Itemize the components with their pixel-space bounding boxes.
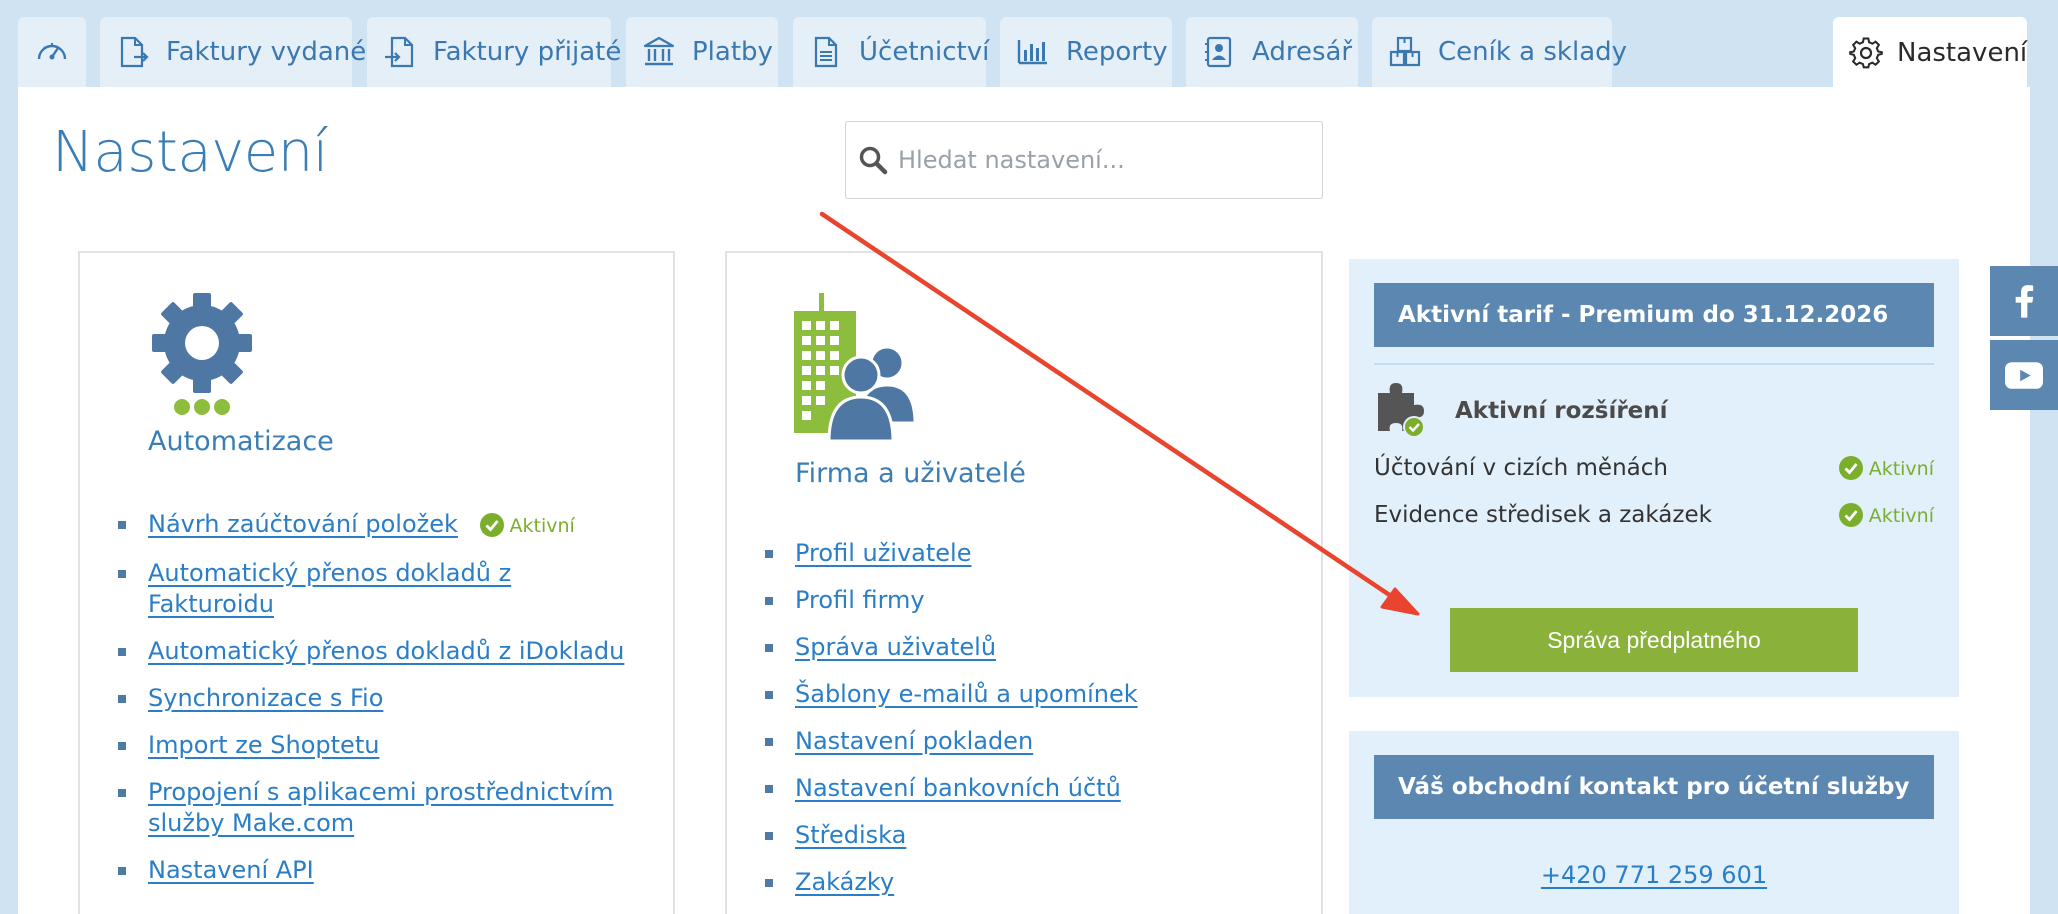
list-item: Synchronizace s Fio: [114, 683, 634, 714]
link-zakazky[interactable]: Zakázky: [795, 868, 894, 896]
settings-search[interactable]: [845, 121, 1323, 199]
manage-subscription-button[interactable]: Správa předplatného: [1450, 608, 1858, 672]
extension-name: Evidence středisek a zakázek: [1374, 502, 1712, 528]
tariff-panel: Aktivní tarif - Premium do 31.12.2026 Ak…: [1349, 259, 1959, 697]
link-synchronizace-fio[interactable]: Synchronizace s Fio: [148, 684, 383, 712]
link-profil-firmy[interactable]: Profil firmy: [795, 586, 925, 614]
invoice-out-icon: [120, 36, 149, 68]
facebook-button[interactable]: [1990, 266, 2058, 336]
tab-faktury-prijate[interactable]: Faktury přijaté: [367, 17, 621, 87]
link-prenos-fakturoid[interactable]: Automatický přenos dokladů z Fakturoidu: [148, 559, 511, 618]
search-icon: [859, 146, 888, 175]
check-circle-icon: [1838, 456, 1863, 480]
search-input[interactable]: [898, 146, 1298, 174]
extension-name: Účtování v cizích měnách: [1374, 455, 1668, 481]
tab-ucetnictvi[interactable]: Účetnictví: [793, 17, 990, 87]
status-badge: Aktivní: [479, 513, 575, 537]
link-bankovni-ucty[interactable]: Nastavení bankovních účtů: [795, 774, 1121, 802]
tab-reporty[interactable]: Reporty: [1000, 17, 1172, 87]
contact-panel: Váš obchodní kontakt pro účetní služby +…: [1349, 731, 1959, 914]
extension-row: Účtování v cizích měnách Aktivní: [1374, 455, 1934, 481]
tab-label: Faktury vydané: [166, 37, 367, 67]
automation-title: Automatizace: [148, 426, 334, 457]
tab-label: Faktury přijaté: [433, 37, 622, 67]
link-make-com[interactable]: Propojení s aplikacemi prostřednictvím s…: [148, 778, 613, 837]
status-text: Aktivní: [1868, 458, 1934, 480]
link-strediska[interactable]: Střediska: [795, 821, 906, 849]
list-item: Automatický přenos dokladů z Fakturoidu: [114, 558, 634, 620]
company-card: Firma a uživatelé Profil uživatele Profi…: [725, 251, 1323, 914]
list-item: Profil firmy: [761, 585, 1301, 616]
list-item: Střediska: [761, 820, 1301, 851]
tab-platby[interactable]: Platby: [626, 17, 778, 87]
boxes-icon: [1389, 36, 1421, 67]
list-item: Nastavení pokladen: [761, 726, 1301, 757]
list-item: Profil uživatele: [761, 538, 1301, 569]
invoice-in-icon: [385, 36, 414, 68]
tab-cenik-a-sklady[interactable]: Ceník a sklady: [1372, 17, 1627, 87]
youtube-button[interactable]: [1990, 340, 2058, 410]
automation-card: Automatizace Návrh zaúčtování položek Ak…: [78, 251, 675, 914]
contact-book-icon: [1205, 36, 1232, 68]
bank-icon: [643, 36, 675, 66]
status-badge: Aktivní: [1838, 456, 1934, 480]
check-circle-icon: [1838, 503, 1863, 527]
puzzle-extension-icon: [1378, 383, 1425, 438]
document-icon: [814, 36, 838, 68]
list-item: Automatický přenos dokladů z iDokladu: [114, 636, 634, 667]
tariff-header: Aktivní tarif - Premium do 31.12.2026: [1374, 283, 1934, 347]
list-item: Zakázky: [761, 867, 1301, 898]
link-nastaveni-pokladen[interactable]: Nastavení pokladen: [795, 727, 1033, 755]
status-badge: Aktivní: [1838, 503, 1934, 527]
youtube-icon: [2005, 361, 2043, 389]
list-item: Propojení s aplikacemi prostřednictvím s…: [114, 777, 634, 839]
list-item: Nastavení bankovních účtů: [761, 773, 1301, 804]
link-prenos-idoklad[interactable]: Automatický přenos dokladů z iDokladu: [148, 637, 624, 665]
link-nastaveni-api[interactable]: Nastavení API: [148, 856, 314, 884]
tab-faktury-vydane[interactable]: Faktury vydané: [100, 17, 366, 87]
company-users-icon: [794, 293, 917, 443]
contact-header: Váš obchodní kontakt pro účetní služby: [1374, 755, 1934, 819]
dashboard-gauge-icon: [37, 43, 67, 60]
extension-row: Evidence středisek a zakázek Aktivní: [1374, 502, 1934, 528]
tab-label: Platby: [692, 37, 773, 67]
tab-label: Adresář: [1252, 37, 1353, 67]
list-item: Šablony e-mailů a upomínek: [761, 679, 1301, 710]
list-item: Správa uživatelů: [761, 632, 1301, 663]
gear-icon: [1849, 37, 1883, 69]
tab-label: Ceník a sklady: [1438, 37, 1628, 67]
page-title: Nastavení: [52, 120, 328, 185]
tab-label: Nastavení: [1897, 38, 2028, 68]
automation-gear-icon: [152, 293, 252, 415]
link-sablony-emailu[interactable]: Šablony e-mailů a upomínek: [795, 680, 1138, 708]
link-profil-uzivatele[interactable]: Profil uživatele: [795, 539, 971, 567]
facebook-icon: [2015, 285, 2034, 318]
list-item: Návrh zaúčtování položek Aktivní: [114, 509, 634, 542]
tab-dashboard[interactable]: [18, 17, 86, 87]
status-text: Aktivní: [1868, 505, 1934, 527]
company-links: Profil uživatele Profil firmy Správa uži…: [761, 538, 1301, 914]
link-sprava-uzivatelu[interactable]: Správa uživatelů: [795, 633, 996, 661]
divider: [1374, 363, 1934, 365]
tab-adresar[interactable]: Adresář: [1186, 17, 1358, 87]
bar-chart-icon: [1017, 40, 1047, 65]
company-title: Firma a uživatelé: [795, 458, 1026, 489]
tab-label: Účetnictví: [859, 37, 990, 67]
tab-nastaveni[interactable]: Nastavení: [1833, 17, 2027, 89]
link-import-shoptet[interactable]: Import ze Shoptetu: [148, 731, 379, 759]
check-circle-icon: [479, 513, 504, 537]
extensions-title: Aktivní rozšíření: [1455, 398, 1668, 424]
automation-links: Návrh zaúčtování položek Aktivní Automat…: [114, 509, 634, 902]
list-item: Nastavení API: [114, 855, 634, 886]
status-text: Aktivní: [509, 515, 575, 537]
tab-label: Reporty: [1066, 37, 1168, 67]
link-navrh-zauctovani[interactable]: Návrh zaúčtování položek: [148, 510, 458, 538]
list-item: Import ze Shoptetu: [114, 730, 634, 761]
contact-phone-link[interactable]: +420 771 259 601: [1349, 861, 1959, 889]
